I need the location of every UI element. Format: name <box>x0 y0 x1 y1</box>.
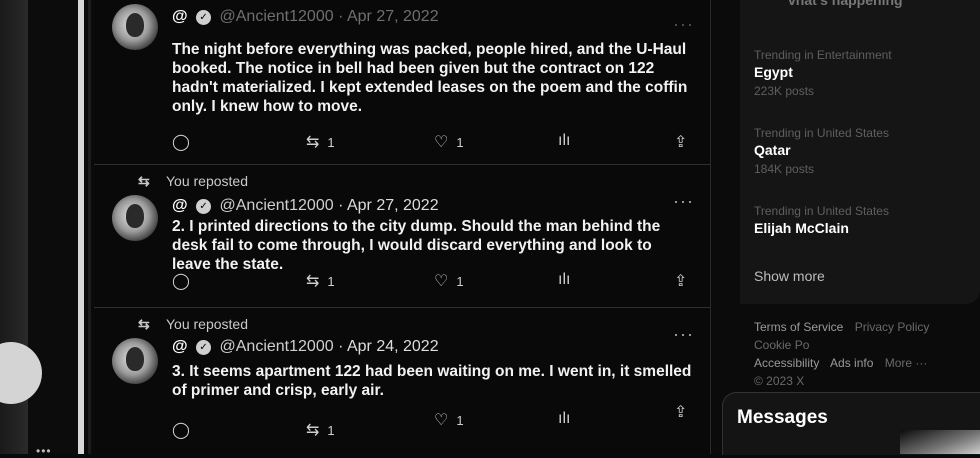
tweet-actions: ◯ ⇆ 1 ♡ 1 ılı ⇪ <box>172 132 692 152</box>
trends-title: vhat's happening <box>788 0 903 8</box>
repost-count: 1 <box>327 134 335 150</box>
window-divider-shadow <box>88 0 91 454</box>
like-button[interactable]: ♡ 1 <box>434 271 464 291</box>
handle[interactable]: @Ancient12000 <box>220 197 334 214</box>
views-icon: ılı <box>558 132 571 149</box>
share-button[interactable]: ⇪ <box>674 271 687 291</box>
right-sidebar: vhat's happening Trending in Entertainme… <box>712 0 980 455</box>
screen-glare <box>900 430 980 454</box>
trend-context: Trending in Entertainment <box>754 48 892 62</box>
views-button[interactable]: ılı <box>558 410 570 428</box>
more-icon[interactable]: ··· <box>673 14 694 35</box>
share-button[interactable]: ⇪ <box>674 402 687 422</box>
display-name[interactable]: @ <box>172 338 188 355</box>
reply-button[interactable]: ◯ <box>172 271 198 291</box>
repost-icon: ⇆ <box>306 422 320 439</box>
tweet[interactable]: @ ✓ @Ancient12000 · Apr 27, 2022 ··· The… <box>94 0 710 165</box>
repost-indicator: ⇆ You reposted <box>138 173 248 189</box>
tweet-text: 3. It seems apartment 122 had been waiti… <box>172 363 692 399</box>
views-icon: ılı <box>558 271 571 288</box>
display-name[interactable]: @ <box>172 8 188 25</box>
like-button[interactable]: ♡ 1 <box>434 132 464 152</box>
accessibility-link[interactable]: Accessibility <box>754 356 819 370</box>
reply-button[interactable]: ◯ <box>172 132 198 152</box>
trend-context: Trending in United States <box>754 126 889 140</box>
repost-indicator: ⇆ You reposted <box>138 316 248 332</box>
trend-count: 184K posts <box>754 162 815 176</box>
trend-item[interactable]: Trending in Entertainment Egypt 223K pos… <box>754 48 974 98</box>
repost-icon: ⇆ <box>138 173 150 189</box>
reply-button[interactable]: ◯ <box>172 420 198 440</box>
copyright: © 2023 X <box>754 374 805 388</box>
repost-count: 1 <box>327 273 335 289</box>
tweet-header: @ ✓ @Ancient12000 · Apr 27, 2022 <box>172 8 439 26</box>
tweet[interactable]: ⇆ You reposted @ ✓ @Ancient12000 · Apr 24… <box>94 308 710 454</box>
like-count: 1 <box>456 412 464 428</box>
share-icon: ⇪ <box>674 134 688 151</box>
privacy-link[interactable]: Privacy Policy <box>855 320 930 334</box>
terms-link[interactable]: Terms of Service <box>754 320 843 334</box>
verified-icon: ✓ <box>196 10 212 25</box>
reply-icon: ◯ <box>172 422 190 439</box>
tweet[interactable]: ⇆ You reposted @ ✓ @Ancient12000 · Apr 27… <box>94 165 710 308</box>
tweet-date[interactable]: · Apr 27, 2022 <box>338 197 439 214</box>
tweet-actions: ◯ ⇆ 1 ♡ 1 ılı ⇪ <box>172 271 692 291</box>
trend-item[interactable]: Trending in United States Qatar 184K pos… <box>754 126 974 176</box>
tweet-header: @ ✓ @Ancient12000 · Apr 24, 2022 <box>172 338 439 356</box>
trends-card: vhat's happening Trending in Entertainme… <box>740 0 980 304</box>
more-icon[interactable]: ··· <box>673 191 694 212</box>
like-count: 1 <box>456 134 464 150</box>
footer-links: Terms of Service Privacy Policy Cookie P… <box>754 318 980 390</box>
reply-icon: ◯ <box>172 273 190 290</box>
share-icon: ⇪ <box>674 273 688 290</box>
trend-item[interactable]: Trending in United States Elijah McClain <box>754 204 974 236</box>
reply-icon: ◯ <box>172 134 190 151</box>
tweet-date[interactable]: · Apr 24, 2022 <box>338 338 439 355</box>
show-more-link[interactable]: Show more <box>754 268 825 284</box>
tweet-date[interactable]: · Apr 27, 2022 <box>338 8 439 25</box>
repost-icon: ⇆ <box>306 134 320 151</box>
handle[interactable]: @Ancient12000 <box>220 8 334 25</box>
share-icon: ⇪ <box>674 404 688 421</box>
trend-count: 223K posts <box>754 84 815 98</box>
tweet-header: @ ✓ @Ancient12000 · Apr 27, 2022 <box>172 197 439 215</box>
like-count: 1 <box>456 273 464 289</box>
heart-icon: ♡ <box>434 412 449 429</box>
heart-icon: ♡ <box>434 273 449 290</box>
messages-title: Messages <box>737 407 828 428</box>
repost-icon: ⇆ <box>138 316 150 332</box>
share-button[interactable]: ⇪ <box>674 132 687 152</box>
avatar[interactable] <box>112 195 158 241</box>
repost-count: 1 <box>327 422 335 438</box>
views-button[interactable]: ılı <box>558 271 570 289</box>
avatar[interactable] <box>112 4 158 50</box>
cookie-link[interactable]: Cookie Po <box>754 338 809 352</box>
window-divider <box>78 0 84 454</box>
trend-context: Trending in United States <box>754 204 889 218</box>
verified-icon: ✓ <box>196 199 212 214</box>
tweet-text: 2. I printed directions to the city dump… <box>172 218 661 273</box>
like-button[interactable]: ♡ 1 <box>434 410 464 430</box>
tweet-text: The night before everything was packed, … <box>172 41 688 115</box>
trend-name: Egypt <box>754 64 793 80</box>
more-link[interactable]: More ··· <box>885 356 928 370</box>
trend-name: Elijah McClain <box>754 220 849 236</box>
views-button[interactable]: ılı <box>558 132 570 150</box>
trend-name: Qatar <box>754 142 791 158</box>
repost-button[interactable]: ⇆ 1 <box>306 420 335 440</box>
more-icon[interactable]: ••• <box>36 444 52 458</box>
repost-button[interactable]: ⇆ 1 <box>306 132 335 152</box>
avatar[interactable] <box>112 338 158 384</box>
ads-info-link[interactable]: Ads info <box>830 356 873 370</box>
tweet-actions: ◯ ⇆ 1 ♡ 1 ılı ⇪ <box>172 404 692 439</box>
display-name[interactable]: @ <box>172 197 188 214</box>
heart-icon: ♡ <box>434 134 449 151</box>
views-icon: ılı <box>558 410 571 427</box>
verified-icon: ✓ <box>196 340 212 355</box>
repost-icon: ⇆ <box>306 273 320 290</box>
handle[interactable]: @Ancient12000 <box>220 338 334 355</box>
timeline: @ ✓ @Ancient12000 · Apr 27, 2022 ··· The… <box>94 0 711 454</box>
more-icon[interactable]: ··· <box>673 324 694 345</box>
repost-button[interactable]: ⇆ 1 <box>306 271 335 291</box>
